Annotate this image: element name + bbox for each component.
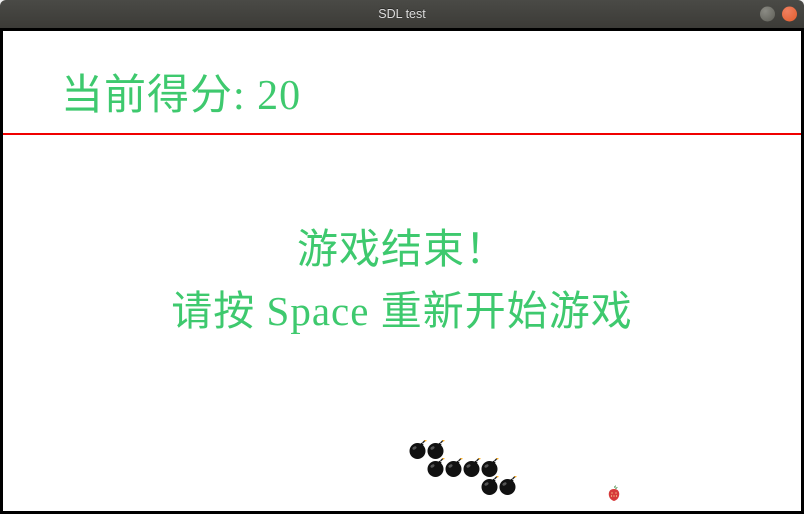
score-display: 当前得分: 20 (61, 61, 301, 122)
minimize-button[interactable] (760, 7, 775, 22)
snake-segment-icon (408, 440, 428, 460)
game-over-line2: 请按 Space 重新开始游戏 (3, 281, 801, 343)
score-value: 20 (257, 73, 301, 119)
header-divider (3, 133, 801, 135)
game-canvas[interactable]: 当前得分: 20 游戏结束！ 请按 Space 重新开始游戏 (0, 28, 804, 514)
app-window: SDL test 当前得分: 20 游戏结束！ 请按 Space 重新开始游戏 (0, 0, 804, 514)
game-over-message: 游戏结束！ 请按 Space 重新开始游戏 (3, 219, 801, 342)
game-over-line1: 游戏结束！ (3, 219, 801, 281)
snake-segment-icon (480, 476, 500, 496)
snake-segment-icon (444, 458, 464, 478)
snake-segment-icon (426, 440, 446, 460)
score-label: 当前得分: (61, 73, 246, 119)
window-title: SDL test (378, 7, 425, 21)
snake-segment-icon (480, 458, 500, 478)
snake-segment-icon (498, 476, 518, 496)
fruit-icon (605, 484, 623, 502)
snake-segment-icon (462, 458, 482, 478)
titlebar: SDL test (0, 0, 804, 28)
snake-segment-icon (426, 458, 446, 478)
window-controls (760, 7, 797, 22)
close-button[interactable] (782, 7, 797, 22)
